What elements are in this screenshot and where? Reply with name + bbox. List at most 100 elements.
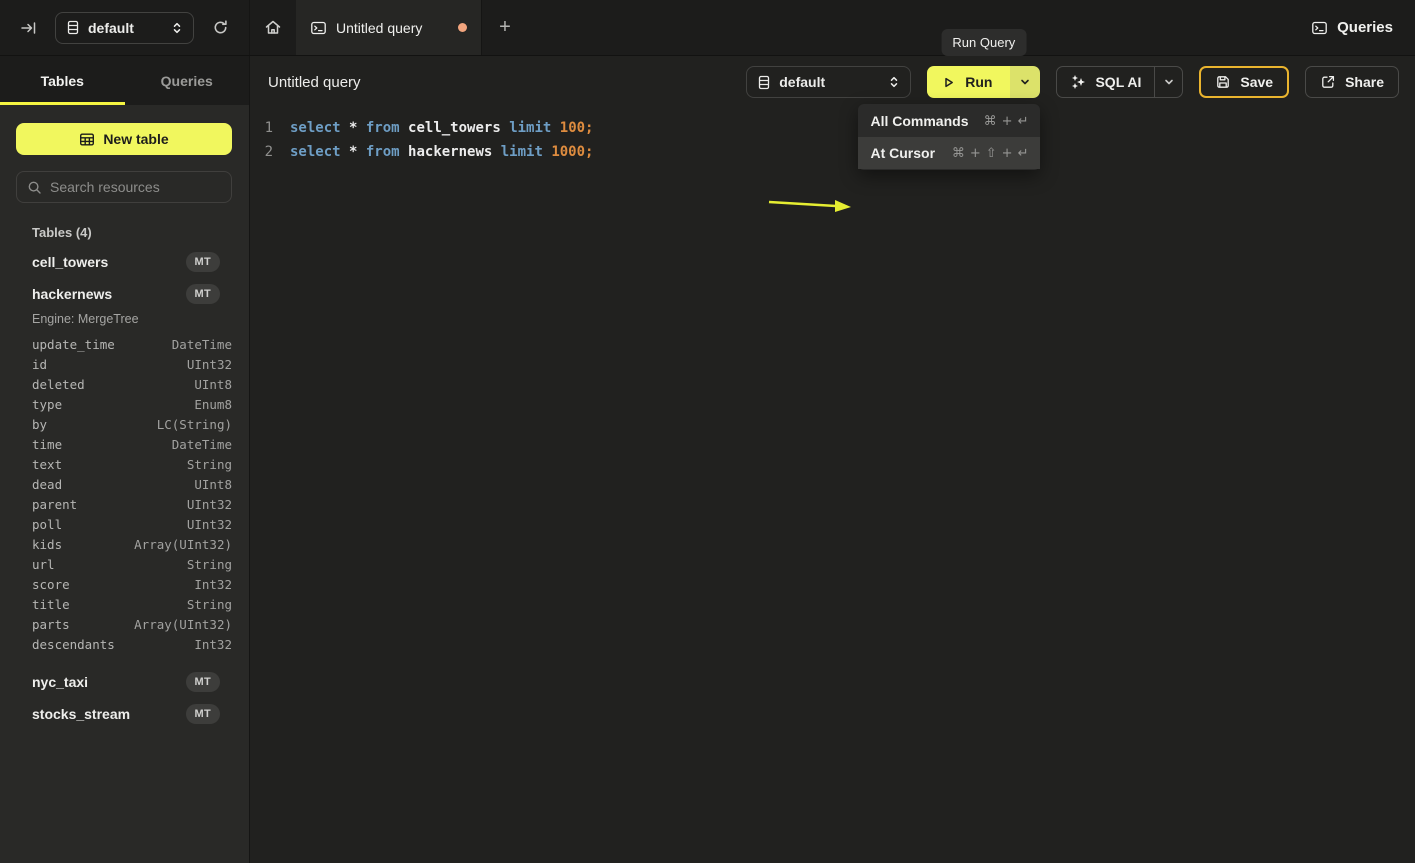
- column-row: urlString: [16, 554, 232, 574]
- tables-list: cell_towersMThackernewsMTEngine: MergeTr…: [16, 246, 232, 730]
- sql-ai-label: SQL AI: [1095, 74, 1141, 90]
- sql-editor[interactable]: 1select * from cell_towers limit 100;2se…: [250, 108, 1415, 863]
- save-floppy-icon: [1215, 74, 1231, 90]
- column-type: String: [187, 457, 232, 472]
- code-token: limit: [501, 144, 552, 160]
- code-token: 100;: [560, 120, 594, 136]
- menu-item-label: At Cursor: [870, 145, 935, 161]
- queries-button-label: Queries: [1337, 19, 1393, 36]
- table-item-nyc_taxi[interactable]: nyc_taxiMT: [16, 666, 232, 698]
- code-token: hackernews: [408, 144, 501, 160]
- save-button-label: Save: [1240, 74, 1273, 90]
- line-number: 1: [250, 116, 273, 140]
- run-query-tooltip: Run Query: [941, 29, 1026, 56]
- share-icon: [1320, 74, 1336, 90]
- sidebar: Tables Queries New table: [0, 56, 250, 863]
- column-name: deleted: [32, 377, 194, 392]
- run-button[interactable]: Run: [927, 66, 1010, 98]
- column-name: kids: [32, 537, 134, 552]
- column-row: typeEnum8: [16, 394, 232, 414]
- column-name: by: [32, 417, 157, 432]
- queries-button[interactable]: Queries: [1311, 19, 1393, 36]
- column-name: text: [32, 457, 187, 472]
- annotation-arrow: [767, 195, 853, 215]
- table-item-stocks_stream[interactable]: stocks_streamMT: [16, 698, 232, 730]
- column-type: Int32: [194, 577, 232, 592]
- column-row: idUInt32: [16, 354, 232, 374]
- shortcut-key: ⌘: [952, 146, 965, 161]
- run-options-chevron-icon[interactable]: [1010, 66, 1040, 98]
- updown-chevron-icon: [888, 75, 900, 89]
- column-row: byLC(String): [16, 414, 232, 434]
- play-icon: [941, 75, 956, 90]
- column-row: timeDateTime: [16, 434, 232, 454]
- column-name: score: [32, 577, 194, 592]
- tab-queries[interactable]: Queries: [125, 56, 250, 105]
- refresh-icon[interactable]: [208, 15, 233, 40]
- column-type: UInt32: [187, 357, 232, 372]
- column-type: Enum8: [194, 397, 232, 412]
- run-button-group: Run Query Run: [927, 66, 1040, 98]
- tab-untitled-query[interactable]: Untitled query: [296, 0, 482, 55]
- table-engine: Engine: MergeTree: [16, 310, 232, 332]
- content-area: Tables Queries New table: [0, 56, 1415, 863]
- sql-ai-button-group: SQL AI: [1056, 66, 1183, 98]
- code-token: limit: [509, 120, 560, 136]
- column-type: UInt32: [187, 517, 232, 532]
- column-type: DateTime: [172, 337, 232, 352]
- engine-badge: MT: [186, 252, 220, 272]
- sidebar-content: New table Tables (4) cell_towersMThacker…: [0, 105, 249, 863]
- new-table-button[interactable]: New table: [16, 123, 232, 155]
- editor-toolbar: default Run Query: [746, 66, 1399, 98]
- table-name: stocks_stream: [32, 706, 186, 722]
- tab-tables[interactable]: Tables: [0, 56, 125, 105]
- topbar-right-section: Queries: [1311, 0, 1415, 55]
- code-line: 2select * from hackernews limit 1000;: [250, 140, 1415, 164]
- new-table-label: New table: [103, 131, 168, 147]
- run-menu-item-all-commands[interactable]: All Commands⌘+↵: [858, 105, 1040, 137]
- database-icon: [66, 20, 80, 35]
- code-token: 1000;: [551, 144, 593, 160]
- sql-ai-chevron-icon[interactable]: [1154, 67, 1182, 97]
- shortcut-key: ⌘: [984, 114, 997, 129]
- home-icon[interactable]: [250, 0, 296, 55]
- code-token: select: [290, 144, 349, 160]
- database-selector[interactable]: default: [55, 12, 194, 44]
- run-menu-item-at-cursor[interactable]: At Cursor⌘+⇧+↵: [858, 137, 1040, 169]
- top-bar: default: [0, 0, 1415, 56]
- column-row: deletedUInt8: [16, 374, 232, 394]
- column-name: descendants: [32, 637, 194, 652]
- menu-shortcut: ⌘+↵: [984, 114, 1029, 129]
- shortcut-key: +: [970, 146, 981, 161]
- code-token: from: [366, 144, 408, 160]
- new-tab-plus-icon[interactable]: +: [482, 0, 528, 55]
- menu-shortcut: ⌘+⇧+↵: [952, 146, 1029, 161]
- sql-ai-button[interactable]: SQL AI: [1057, 67, 1154, 97]
- console-icon: [1311, 20, 1328, 36]
- toolbar-database-selector[interactable]: default: [746, 66, 911, 98]
- column-name: poll: [32, 517, 187, 532]
- collapse-sidebar-icon[interactable]: [16, 16, 41, 40]
- table-name: cell_towers: [32, 254, 186, 270]
- console-tab-icon: [310, 20, 327, 36]
- code-token: from: [366, 120, 408, 136]
- engine-badge: MT: [186, 284, 220, 304]
- database-selector-value: default: [88, 20, 163, 36]
- shortcut-key: ⇧: [986, 146, 997, 161]
- save-button[interactable]: Save: [1199, 66, 1289, 98]
- shortcut-key: +: [1002, 146, 1013, 161]
- run-options-menu: All Commands⌘+↵At Cursor⌘+⇧+↵: [858, 104, 1040, 170]
- table-item-hackernews[interactable]: hackernewsMT: [16, 278, 232, 310]
- table-item-cell_towers[interactable]: cell_towersMT: [16, 246, 232, 278]
- column-row: parentUInt32: [16, 494, 232, 514]
- share-button[interactable]: Share: [1305, 66, 1399, 98]
- sparkles-icon: [1070, 74, 1086, 90]
- column-type: UInt8: [194, 477, 232, 492]
- line-number: 2: [250, 140, 273, 164]
- column-name: update_time: [32, 337, 172, 352]
- column-name: parent: [32, 497, 187, 512]
- search-input[interactable]: [50, 179, 231, 195]
- column-type: DateTime: [172, 437, 232, 452]
- column-row: deadUInt8: [16, 474, 232, 494]
- column-type: UInt8: [194, 377, 232, 392]
